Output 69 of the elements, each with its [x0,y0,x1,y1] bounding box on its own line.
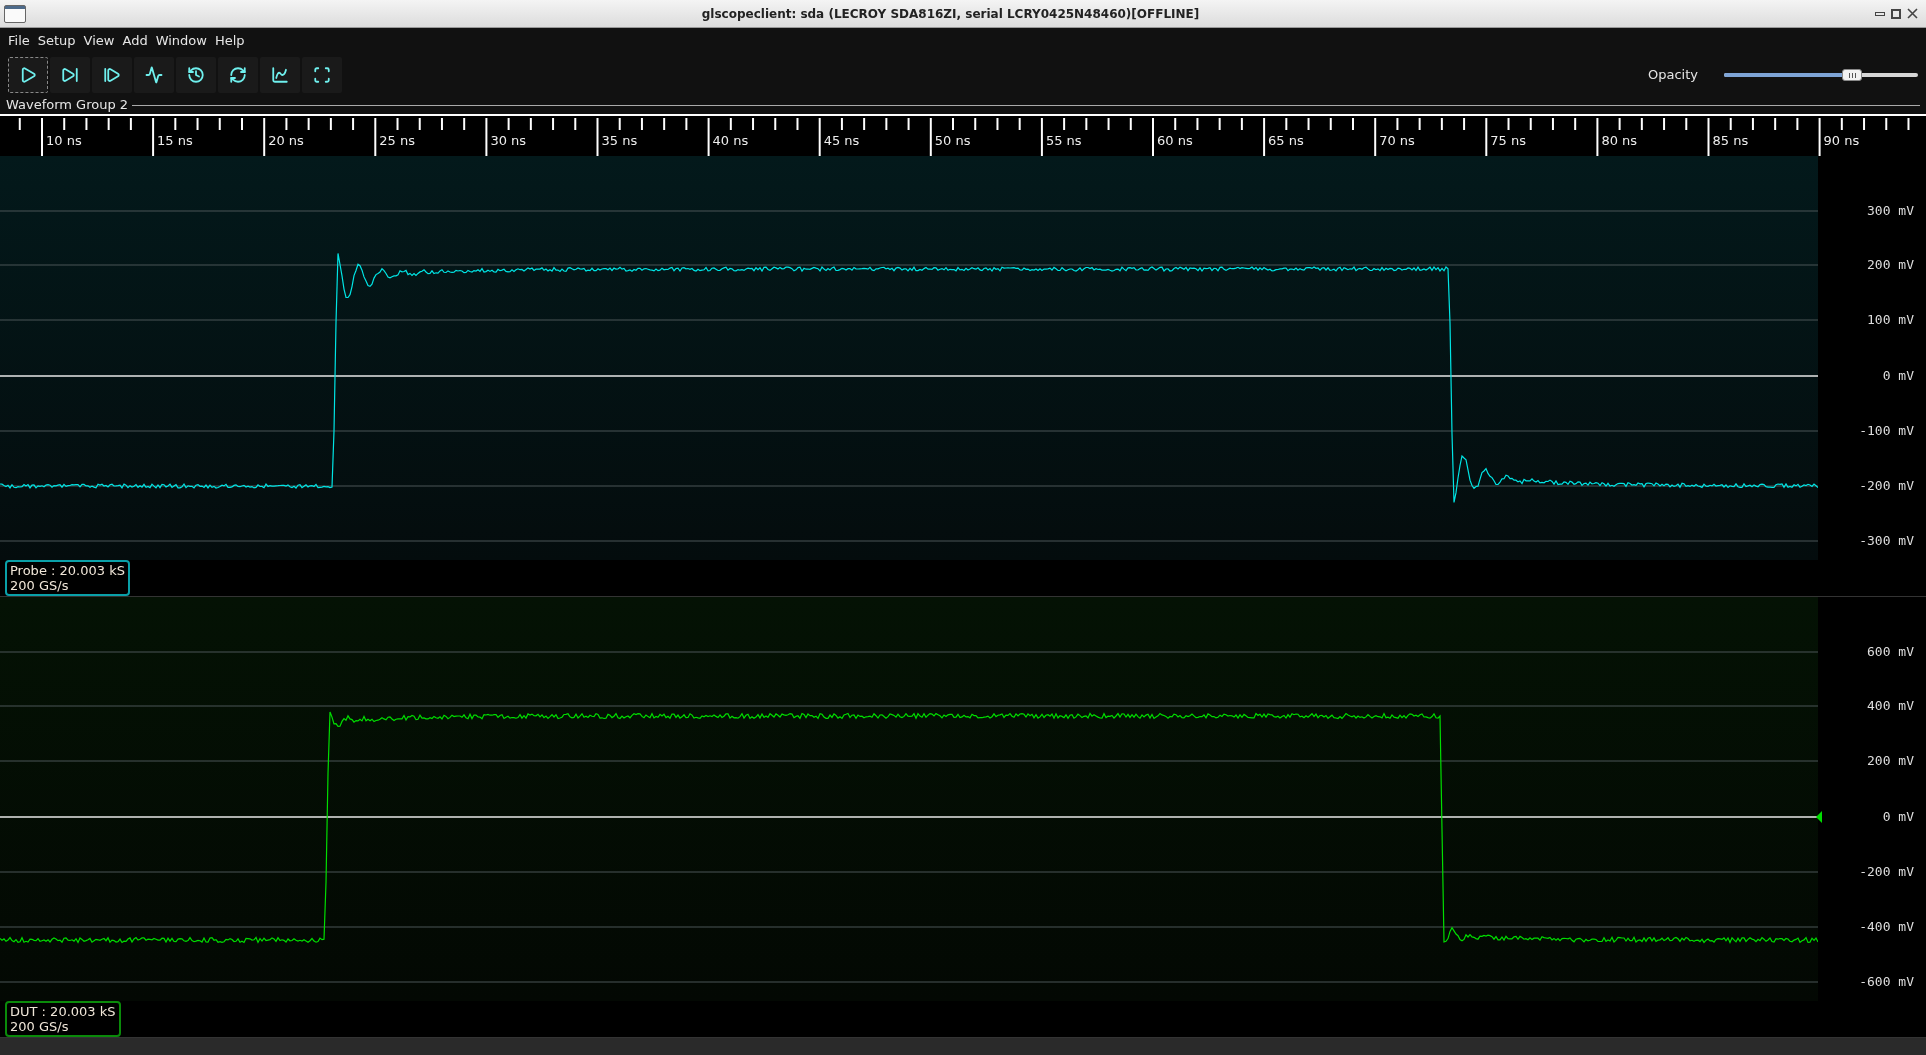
toolbar-button[interactable] [92,57,132,93]
toolbar-button[interactable] [302,57,342,93]
channel-info-box[interactable]: DUT : 20.003 kS 200 GS/s [5,1001,121,1037]
waveform-icon [145,66,163,84]
refresh-icon [229,66,247,84]
toolbar-button[interactable] [134,57,174,93]
axis-label: 600 mV [1867,644,1914,660]
time-label: 10 ns [46,133,82,149]
play-pause-icon [61,66,79,84]
axis-label: 300 mV [1867,203,1914,219]
group-title: Waveform Group 2 [6,96,129,115]
time-label: 15 ns [157,133,193,149]
toolbar-button[interactable] [260,57,300,93]
opacity-slider[interactable] [1724,68,1918,82]
time-label: 30 ns [490,133,527,149]
opacity-label: Opacity [1648,66,1698,85]
menu-item[interactable]: Setup [33,31,80,51]
time-label: 20 ns [268,133,304,149]
time-label: 65 ns [1268,133,1304,149]
sample-rate: 200 GS/s [10,578,70,593]
toolbar-button[interactable] [218,57,258,93]
channel-name: Probe : 20.003 kS [10,563,125,578]
axis-label: 400 mV [1867,698,1914,714]
menu-item[interactable]: Help [210,31,249,51]
axis-label: 0 mV [1882,368,1914,384]
time-label: 35 ns [601,133,638,149]
axis-label: -400 mV [1859,919,1914,935]
channel-name: DUT : 20.003 kS [10,1004,116,1019]
clock-icon [187,66,205,84]
time-label: 90 ns [1823,133,1860,149]
time-label: 40 ns [712,133,749,149]
menu-item[interactable]: File [4,31,34,51]
toolbar-button[interactable] [50,57,90,93]
minimize-icon[interactable] [1875,11,1885,16]
step-icon [103,66,121,84]
sample-rate: 200 GS/s [10,1019,70,1034]
axis-label: -200 mV [1859,864,1914,880]
menu-item[interactable]: View [79,31,119,51]
slider-thumb[interactable] [1842,69,1863,81]
offset-marker-icon[interactable] [1816,811,1822,823]
play-icon [19,66,37,84]
time-label: 50 ns [934,133,971,149]
time-label: 70 ns [1379,133,1415,149]
menu-item[interactable]: Add [118,31,152,51]
axis-label: -600 mV [1859,974,1914,990]
axis-label: -100 mV [1859,423,1914,439]
axis-label: 200 mV [1867,753,1914,769]
axis-label: -300 mV [1859,533,1914,549]
axis-label: 100 mV [1867,312,1914,328]
toolbar-button[interactable] [8,57,48,93]
window-title: glscopeclient: sda (LECROY SDA816ZI, serial LCRY0425N48460)[OFFLINE] [700,5,1201,23]
axis-label: 0 mV [1882,809,1914,825]
fullscreen-icon [313,66,331,84]
time-label: 60 ns [1157,133,1193,149]
time-label: 25 ns [379,133,415,149]
toolbar-button[interactable] [176,57,216,93]
menu-item[interactable]: Window [151,31,211,51]
axis-label: 200 mV [1867,257,1914,273]
app-icon [4,4,26,23]
channel-info-box[interactable]: Probe : 20.003 kS 200 GS/s [5,560,130,596]
time-label: 45 ns [823,133,860,149]
time-label: 85 ns [1712,133,1749,149]
time-label: 55 ns [1045,133,1082,149]
time-label: 80 ns [1601,133,1638,149]
curve-icon [271,66,289,84]
close-icon[interactable] [1907,8,1918,19]
axis-label: -200 mV [1859,478,1914,494]
time-label: 75 ns [1490,133,1526,149]
maximize-icon[interactable] [1891,8,1901,19]
